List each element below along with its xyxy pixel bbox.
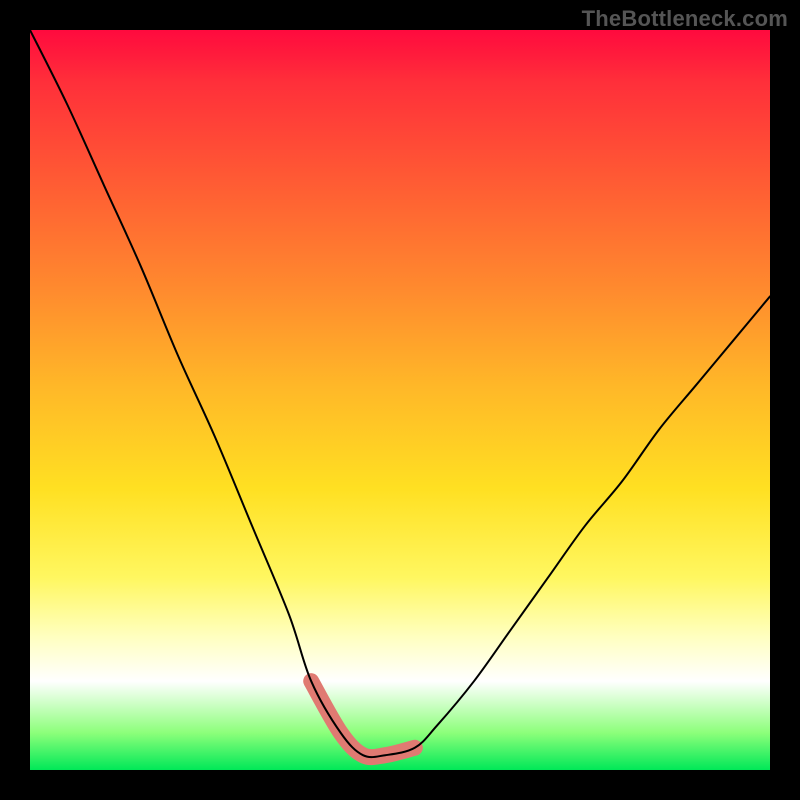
- bottleneck-curve-line: [30, 30, 770, 757]
- chart-frame: TheBottleneck.com: [0, 0, 800, 800]
- chart-svg: [30, 30, 770, 770]
- curve-highlight: [311, 681, 415, 757]
- watermark-text: TheBottleneck.com: [582, 6, 788, 32]
- plot-outer: [30, 30, 770, 770]
